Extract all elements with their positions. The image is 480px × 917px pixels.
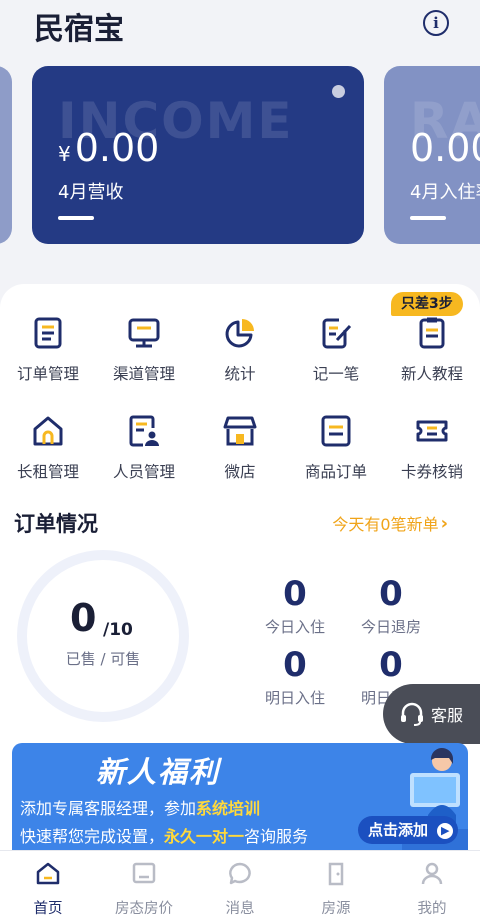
tab-profile[interactable]: 我的 [384,851,480,917]
menu-item-label: 记一笔 [312,365,360,383]
tab-label: 房态房价 [115,901,173,917]
menu-item-label: 卡券核销 [400,463,463,481]
tab-label: 消息 [225,901,255,917]
tab-label: 首页 [33,901,63,917]
tab-room-status[interactable]: 房态房价 [96,851,192,917]
stat-value: 0 [283,574,307,614]
menu-item-label: 微店 [224,463,256,481]
tab-listings[interactable]: 房源 [288,851,384,917]
menu-item-label: 长租管理 [16,463,79,481]
occupancy-label: 4月入住率 [410,182,480,203]
menu-item-tutorial[interactable]: 新人教程 [384,316,480,396]
summary-carousel[interactable]: INCOME ¥ 0.00 4月营收 RAT 0.00 4月入住率 [0,66,480,246]
card-indicator [58,216,94,220]
menu-row-2: 长租管理 人员管理 微店 商品订单 卡券核销 [0,414,480,494]
menu-item-long-rent[interactable]: 长租管理 [0,414,96,494]
customer-service-button[interactable]: 客服 [383,684,480,744]
tab-messages[interactable]: 消息 [192,851,288,917]
menu-item-label: 人员管理 [112,463,175,481]
income-value: 0.00 [74,126,160,170]
door-icon [328,862,344,886]
note-edit-icon [322,318,352,349]
tab-label: 房源 [321,901,351,917]
promo-line-2: 快速帮您完成设置，永久一对一咨询服务 [20,823,308,847]
stat-value: 0 [379,645,403,685]
stat-tomorrow-checkin[interactable]: 0 明日入住 [250,645,340,708]
stat-today-checkin[interactable]: 0 今日入住 [250,574,340,637]
channel-monitor-icon [128,318,160,348]
newbie-promo-banner[interactable]: 新人福利 添加专属客服经理，参加系统培训 快速帮您完成设置，永久一对一咨询服务 … [12,743,468,851]
menu-item-stats[interactable]: 统计 [192,316,288,396]
promo-text: 快速帮您完成设置， [20,827,165,846]
sold-label: 已售 / 可售 [65,650,141,668]
menu-item-note[interactable]: 记一笔 [288,316,384,396]
tab-home[interactable]: 首页 [0,851,96,917]
sold-count: 0 [70,596,97,640]
pie-chart-icon [225,319,254,348]
occupancy-card[interactable]: RAT 0.00 4月入住率 [384,66,480,244]
promo-text: 咨询服务 [244,827,309,846]
staff-card-icon [129,415,159,447]
promo-add-button[interactable]: 点击添加 ▶ [358,816,458,844]
occupancy-value: 0.00 [410,126,480,170]
shop-icon [223,416,257,446]
promo-button-label: 点击添加 [368,821,429,839]
order-list-icon [34,317,62,349]
menu-item-ticket[interactable]: 卡券核销 [384,414,480,494]
ticket-icon [416,420,448,442]
card-indicator [410,216,446,220]
currency-symbol: ¥ [58,142,71,166]
stat-value: 0 [379,574,403,614]
bottom-tab-bar: 首页 房态房价 消息 房源 我的 [0,850,480,917]
new-orders-text: 今天有0笔新单 [332,515,439,534]
menu-item-orders[interactable]: 订单管理 [0,316,96,396]
stat-value: 0 [283,645,307,685]
income-amount: ¥ 0.00 [58,126,159,170]
menu-item-label: 订单管理 [16,365,79,383]
header: 民宿宝 i [0,0,480,50]
card-dot [332,85,345,98]
goods-order-icon [321,415,351,447]
menu-item-goods-order[interactable]: 商品订单 [288,414,384,494]
chevron-right-icon: › [440,512,448,534]
info-icon[interactable]: i [423,10,449,36]
promo-highlight: 永久一对一 [164,827,245,846]
income-card[interactable]: INCOME ¥ 0.00 4月营收 [32,66,364,244]
menu-item-label: 渠道管理 [112,365,175,383]
previous-card[interactable] [0,66,12,244]
home-icon [36,862,60,885]
income-label: 4月营收 [58,182,124,203]
app-title: 民宿宝 [34,12,124,47]
stat-today-checkout[interactable]: 0 今日退房 [346,574,436,637]
menu-item-shop[interactable]: 微店 [192,414,288,494]
stat-label: 明日入住 [264,689,325,707]
tutorial-doc-icon [419,317,445,349]
orders-section-title: 订单情况 [14,512,98,536]
house-icon [33,416,63,446]
tutorial-badge: 只差3步 [391,292,463,316]
promo-line-1: 添加专属客服经理，参加系统培训 [20,795,260,819]
promo-title: 新人福利 [96,755,221,789]
menu-item-label: 新人教程 [400,365,463,383]
stat-label: 今日入住 [264,618,325,636]
new-orders-link[interactable]: 今天有0笔新单 › [332,511,448,535]
stat-label: 今日退房 [360,618,421,636]
tab-label: 我的 [417,901,447,917]
message-icon [229,862,251,885]
menu-row-1: 订单管理 渠道管理 统计 记一笔 新人教程 [0,316,480,396]
menu-item-staff[interactable]: 人员管理 [96,414,192,494]
customer-service-label: 客服 [431,706,464,725]
profile-icon [421,862,443,885]
menu-item-label: 统计 [224,365,256,383]
room-status-icon [132,862,156,884]
occupancy-amount: 0.00 [410,126,480,170]
play-icon: ▶ [437,823,454,839]
total-count: /10 [103,620,133,640]
promo-highlight: 系统培训 [196,799,261,818]
menu-item-channels[interactable]: 渠道管理 [96,316,192,396]
promo-text: 添加专属客服经理，参加 [20,799,197,818]
headset-icon [401,702,423,726]
menu-item-label: 商品订单 [304,463,367,481]
